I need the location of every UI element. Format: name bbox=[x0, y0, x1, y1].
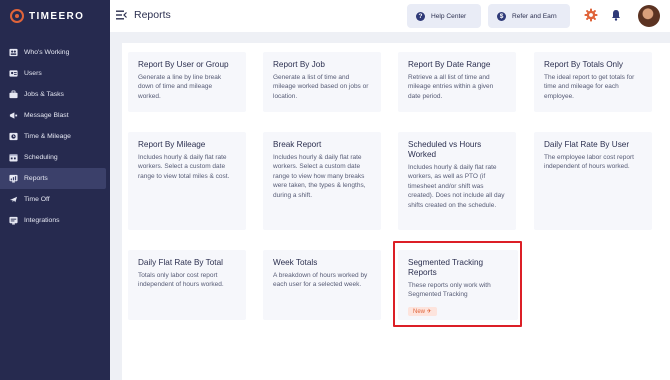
reports-icon bbox=[9, 174, 18, 183]
report-card-job[interactable]: Report By Job Generate a list of time an… bbox=[263, 52, 381, 112]
user-card-icon bbox=[9, 70, 18, 78]
gear-icon[interactable] bbox=[584, 8, 598, 22]
sidebar-item-label: Who's Working bbox=[24, 49, 70, 56]
collapse-menu-icon[interactable] bbox=[116, 10, 127, 20]
report-title: Report By Date Range bbox=[408, 60, 491, 69]
bell-icon[interactable] bbox=[611, 9, 621, 21]
sidebar-item-whos-working[interactable]: Who's Working bbox=[0, 42, 110, 63]
integrations-icon bbox=[9, 216, 18, 225]
help-center-button[interactable]: ? Help Center bbox=[407, 4, 481, 28]
refer-and-earn-label: Refer and Earn bbox=[512, 12, 557, 20]
logo-icon bbox=[10, 9, 24, 23]
avatar[interactable] bbox=[638, 5, 660, 27]
report-description: Includes hourly & daily flat rate worker… bbox=[138, 154, 230, 180]
report-card-user-group[interactable]: Report By User or Group Generate a line … bbox=[128, 52, 246, 112]
sidebar-item-reports[interactable]: Reports bbox=[0, 168, 106, 189]
page-title: Reports bbox=[134, 9, 171, 21]
report-card-daily-flat-rate-user[interactable]: Daily Flat Rate By User The employee lab… bbox=[534, 132, 652, 230]
report-description: Totals only labor cost report independen… bbox=[138, 272, 224, 289]
report-title: Report By Job bbox=[273, 60, 325, 69]
report-description: The employee labor cost report independe… bbox=[544, 154, 634, 171]
users-group-icon bbox=[9, 48, 18, 57]
sidebar-item-scheduling[interactable]: Scheduling bbox=[0, 147, 110, 168]
sidebar-nav: Who's Working Users Jobs & Tasks Message… bbox=[0, 42, 110, 231]
sidebar-item-message-blast[interactable]: Message Blast bbox=[0, 105, 110, 126]
sidebar-item-time-mileage[interactable]: Time & Mileage bbox=[0, 126, 110, 147]
sidebar-item-time-off[interactable]: Time Off bbox=[0, 189, 110, 210]
report-card-week-totals[interactable]: Week Totals A breakdown of hours worked … bbox=[263, 250, 381, 320]
sidebar-item-label: Reports bbox=[24, 175, 48, 182]
briefcase-icon bbox=[9, 90, 18, 99]
report-card-totals-only[interactable]: Report By Totals Only The ideal report t… bbox=[534, 52, 652, 112]
report-title: Week Totals bbox=[273, 258, 318, 267]
report-card-scheduled-vs-hours[interactable]: Scheduled vs Hours Worked Includes hourl… bbox=[398, 132, 516, 230]
report-description: Includes hourly & daily flat rate worker… bbox=[408, 164, 505, 209]
sidebar: TIMEERO Who's Working Users Jobs & Tasks… bbox=[0, 0, 110, 380]
sidebar-item-label: Integrations bbox=[24, 217, 60, 224]
calendar-icon bbox=[9, 154, 18, 162]
report-title: Report By Totals Only bbox=[544, 60, 624, 69]
report-description: The ideal report to get totals for time … bbox=[544, 74, 635, 100]
megaphone-icon bbox=[9, 112, 18, 120]
report-title: Report By Mileage bbox=[138, 140, 206, 149]
report-title: Scheduled vs Hours Worked bbox=[408, 140, 482, 159]
report-card-daily-flat-rate-total[interactable]: Daily Flat Rate By Total Totals only lab… bbox=[128, 250, 246, 320]
report-description: Generate a line by line break down of ti… bbox=[138, 74, 222, 100]
report-card-break[interactable]: Break Report Includes hourly & daily fla… bbox=[263, 132, 381, 230]
help-center-label: Help Center bbox=[431, 12, 467, 20]
sidebar-item-label: Time Off bbox=[24, 196, 50, 203]
report-title: Break Report bbox=[273, 140, 322, 149]
report-description: A breakdown of hours worked by each user… bbox=[273, 272, 368, 289]
highlight-box bbox=[393, 241, 522, 327]
sidebar-item-label: Jobs & Tasks bbox=[24, 91, 64, 98]
sidebar-item-label: Scheduling bbox=[24, 154, 58, 161]
report-title: Report By User or Group bbox=[138, 60, 229, 69]
report-description: Retrieve a all list of time and mileage … bbox=[408, 74, 494, 100]
sidebar-item-label: Message Blast bbox=[24, 112, 69, 119]
question-icon: ? bbox=[416, 11, 425, 21]
sidebar-item-label: Time & Mileage bbox=[24, 133, 71, 140]
report-card-date-range[interactable]: Report By Date Range Retrieve a all list… bbox=[398, 52, 516, 112]
report-title: Daily Flat Rate By Total bbox=[138, 258, 223, 267]
sidebar-item-label: Users bbox=[24, 70, 42, 77]
top-header: Reports ? Help Center $ Refer and Earn bbox=[110, 0, 670, 32]
app-name: TIMEERO bbox=[29, 10, 85, 22]
app-logo[interactable]: TIMEERO bbox=[10, 9, 84, 23]
sidebar-item-jobs-tasks[interactable]: Jobs & Tasks bbox=[0, 84, 110, 105]
report-card-mileage[interactable]: Report By Mileage Includes hourly & dail… bbox=[128, 132, 246, 230]
sidebar-item-integrations[interactable]: Integrations bbox=[0, 210, 110, 231]
report-description: Generate a list of time and mileage work… bbox=[273, 74, 369, 100]
report-description: Includes hourly & daily flat rate worker… bbox=[273, 154, 366, 199]
dollar-icon: $ bbox=[497, 11, 506, 21]
airplane-icon bbox=[9, 196, 18, 204]
sidebar-item-users[interactable]: Users bbox=[0, 63, 110, 84]
report-title: Daily Flat Rate By User bbox=[544, 140, 630, 149]
time-mileage-icon bbox=[9, 132, 18, 141]
refer-and-earn-button[interactable]: $ Refer and Earn bbox=[488, 4, 570, 28]
